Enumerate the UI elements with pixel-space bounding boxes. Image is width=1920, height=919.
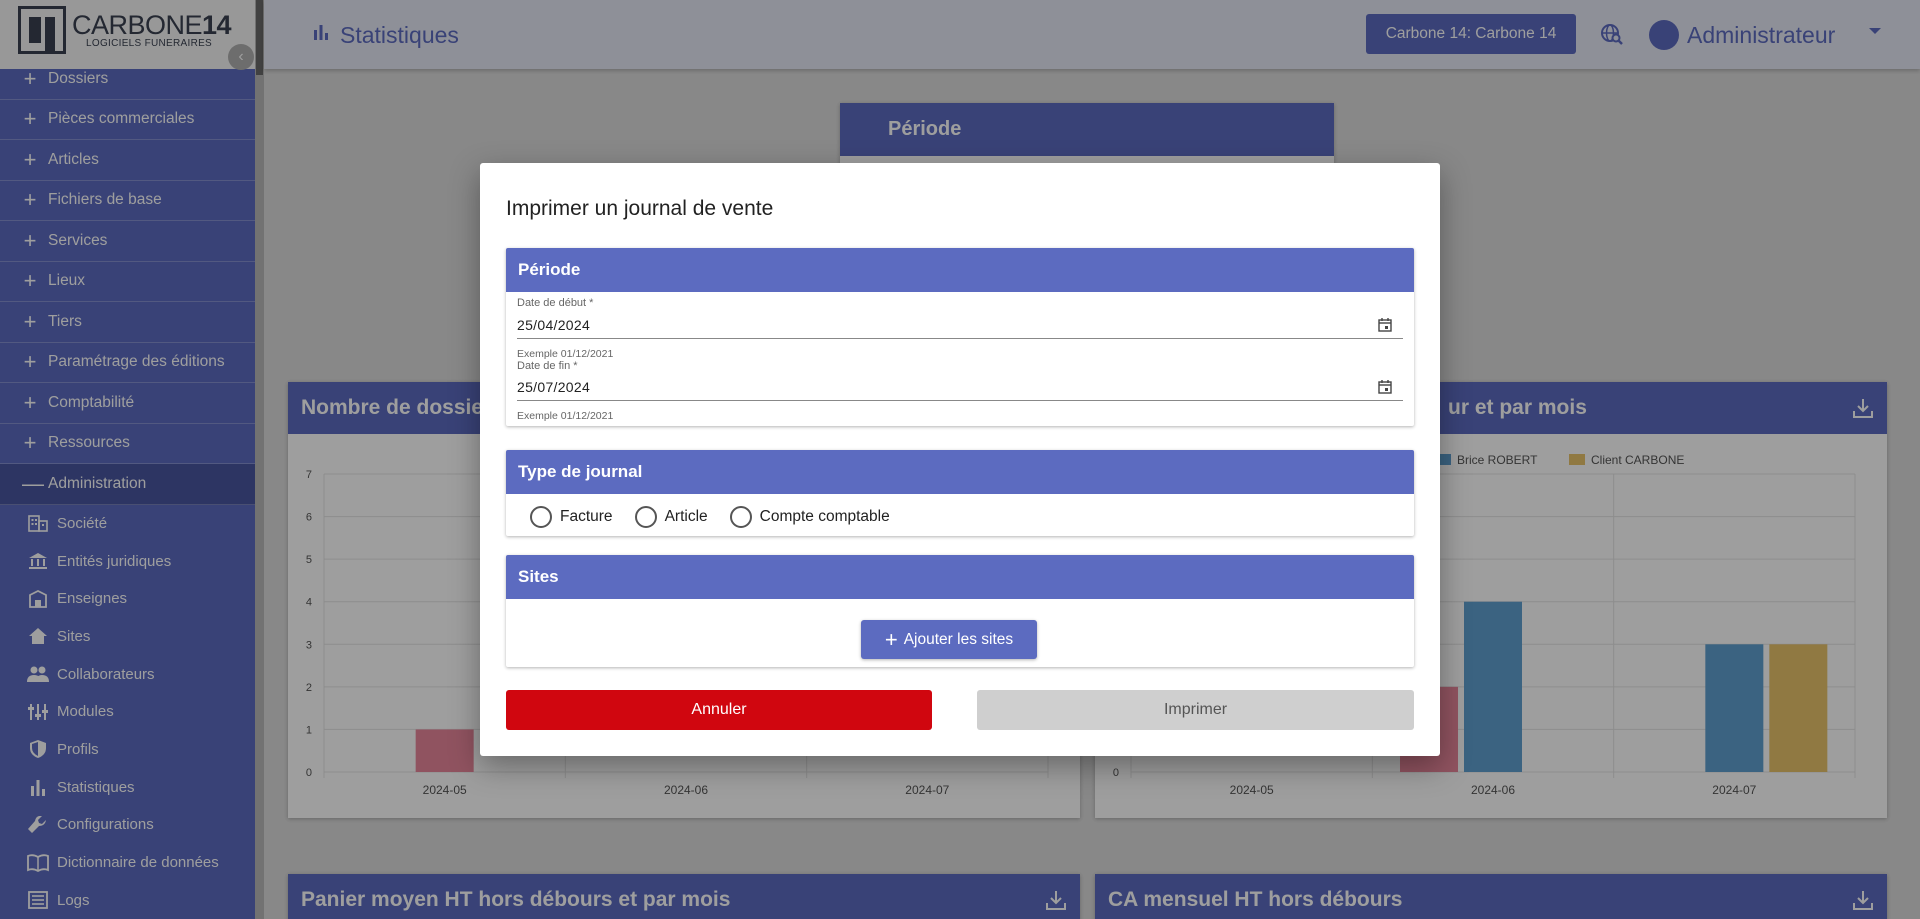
periode-section-header: Période [506, 248, 1414, 292]
start-date-underline [517, 338, 1403, 339]
radio-label-article[interactable]: Article [665, 508, 708, 526]
print-sales-journal-dialog: Imprimer un journal de vente Période Dat… [480, 163, 1440, 756]
end-date-hint: Exemple 01/12/2021 [517, 410, 614, 422]
radio-compte-comptable[interactable] [729, 506, 752, 528]
calendar-icon[interactable] [1378, 318, 1392, 332]
end-date-underline [517, 400, 1403, 401]
cancel-button[interactable]: Annuler [506, 690, 932, 730]
start-date-input[interactable]: 25/04/2024 [517, 317, 590, 333]
radio-label-compte-comptable[interactable]: Compte comptable [760, 508, 890, 526]
sites-section: Sites + Ajouter les sites [506, 555, 1414, 667]
calendar-icon[interactable] [1378, 380, 1392, 394]
sites-section-header: Sites [506, 555, 1414, 599]
journal-type-section: Type de journal Facture Article Compte c… [506, 450, 1414, 536]
print-button[interactable]: Imprimer [977, 690, 1414, 730]
radio-label-facture[interactable]: Facture [560, 508, 613, 526]
radio-article[interactable] [634, 506, 657, 528]
end-date-input[interactable]: 25/07/2024 [517, 379, 590, 395]
start-date-hint: Exemple 01/12/2021 [517, 348, 614, 360]
periode-section: Période Date de début * 25/04/2024 Exemp… [506, 248, 1414, 426]
start-date-label: Date de début * [517, 297, 594, 309]
journal-type-section-header: Type de journal [506, 450, 1414, 494]
dialog-title: Imprimer un journal de vente [506, 197, 774, 220]
radio-facture[interactable] [530, 506, 552, 528]
plus-icon: + [884, 626, 898, 652]
add-sites-button[interactable]: + Ajouter les sites [861, 620, 1037, 659]
end-date-label: Date de fin * [517, 360, 578, 372]
journal-type-radio-group: Facture Article Compte comptable [530, 506, 904, 528]
